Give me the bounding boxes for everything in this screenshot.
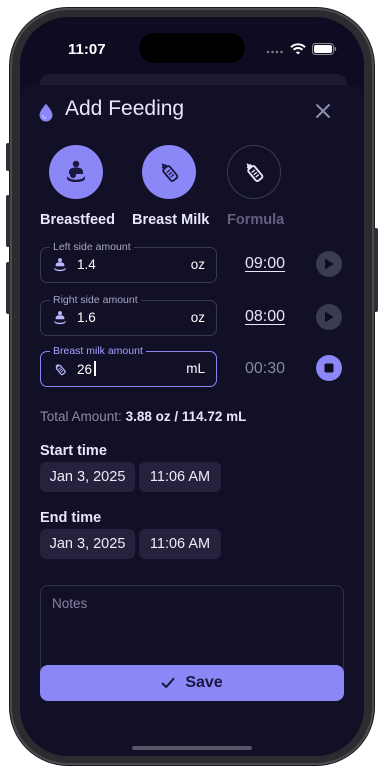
field-legend: Right side amount <box>50 293 141 307</box>
field-value: 1.4 <box>77 257 96 272</box>
field-value-text: 26 <box>77 362 93 377</box>
type-label-formula: Formula <box>227 212 285 228</box>
left-side-timer[interactable]: 09:00 <box>245 255 285 273</box>
play-icon <box>325 258 334 270</box>
stop-icon <box>324 363 334 373</box>
type-breast-milk-button[interactable] <box>142 145 196 199</box>
end-time-button[interactable]: 11:06 AM <box>139 529 221 559</box>
field-unit: mL <box>186 361 205 376</box>
type-formula-button[interactable] <box>227 145 281 199</box>
save-button[interactable]: Save <box>40 665 344 701</box>
text-cursor <box>94 361 96 376</box>
left-side-amount-field[interactable]: Left side amount 1.4 oz <box>40 240 217 283</box>
breast-milk-amount-field[interactable]: Breast milk amount 26 mL <box>40 344 217 387</box>
total-amount-label: Total Amount: <box>40 409 122 424</box>
breastfeed-icon <box>54 311 66 325</box>
close-icon[interactable] <box>313 101 333 121</box>
wifi-icon <box>290 43 306 55</box>
home-indicator <box>132 746 252 750</box>
start-date-button[interactable]: Jan 3, 2025 <box>40 462 135 492</box>
status-time: 11:07 <box>68 41 106 58</box>
field-legend: Breast milk amount <box>50 344 146 358</box>
page-title: Add Feeding <box>65 97 185 120</box>
right-side-timer[interactable]: 08:00 <box>245 308 285 326</box>
field-value: 1.6 <box>77 310 96 325</box>
volume-up-button <box>6 195 10 247</box>
field-value: 26 <box>77 361 96 377</box>
total-amount-value: 3.88 oz / 114.72 mL <box>125 409 247 424</box>
start-time-button[interactable]: 11:06 AM <box>139 462 221 492</box>
end-date-button[interactable]: Jan 3, 2025 <box>40 529 135 559</box>
signal-icon <box>266 50 283 54</box>
breastfeed-icon <box>67 160 85 182</box>
bottle-icon <box>161 163 179 182</box>
dynamic-island <box>139 33 245 63</box>
check-icon <box>161 677 175 688</box>
mute-switch <box>6 143 10 171</box>
field-unit: oz <box>190 257 205 272</box>
breast-milk-timer[interactable]: 00:30 <box>245 360 285 378</box>
bottle-icon <box>55 364 66 376</box>
type-label-breastfeed: Breastfeed <box>40 212 115 228</box>
field-legend: Left side amount <box>50 240 134 254</box>
screen: 11:07 Add Feeding Breastfeed Breast Milk… <box>20 17 364 756</box>
total-amount: Total Amount: 3.88 oz / 114.72 mL <box>40 409 246 424</box>
bottle-icon <box>246 163 264 182</box>
end-time-label: End time <box>40 510 102 526</box>
right-side-play-button[interactable] <box>316 304 342 330</box>
type-breastfeed-button[interactable] <box>49 145 103 199</box>
status-icons <box>266 43 337 55</box>
breastfeed-icon <box>54 258 66 272</box>
start-time-label: Start time <box>40 443 107 459</box>
right-side-amount-field[interactable]: Right side amount 1.6 oz <box>40 293 217 336</box>
power-button <box>374 228 378 312</box>
battery-icon <box>312 43 337 55</box>
save-label: Save <box>185 674 223 691</box>
field-unit: oz <box>190 310 205 325</box>
type-label-breast-milk: Breast Milk <box>132 212 210 228</box>
volume-down-button <box>6 262 10 314</box>
play-icon <box>325 311 334 323</box>
left-side-play-button[interactable] <box>316 251 342 277</box>
notes-placeholder: Notes <box>52 596 88 611</box>
droplet-icon <box>39 103 53 122</box>
breast-milk-stop-button[interactable] <box>316 355 342 381</box>
